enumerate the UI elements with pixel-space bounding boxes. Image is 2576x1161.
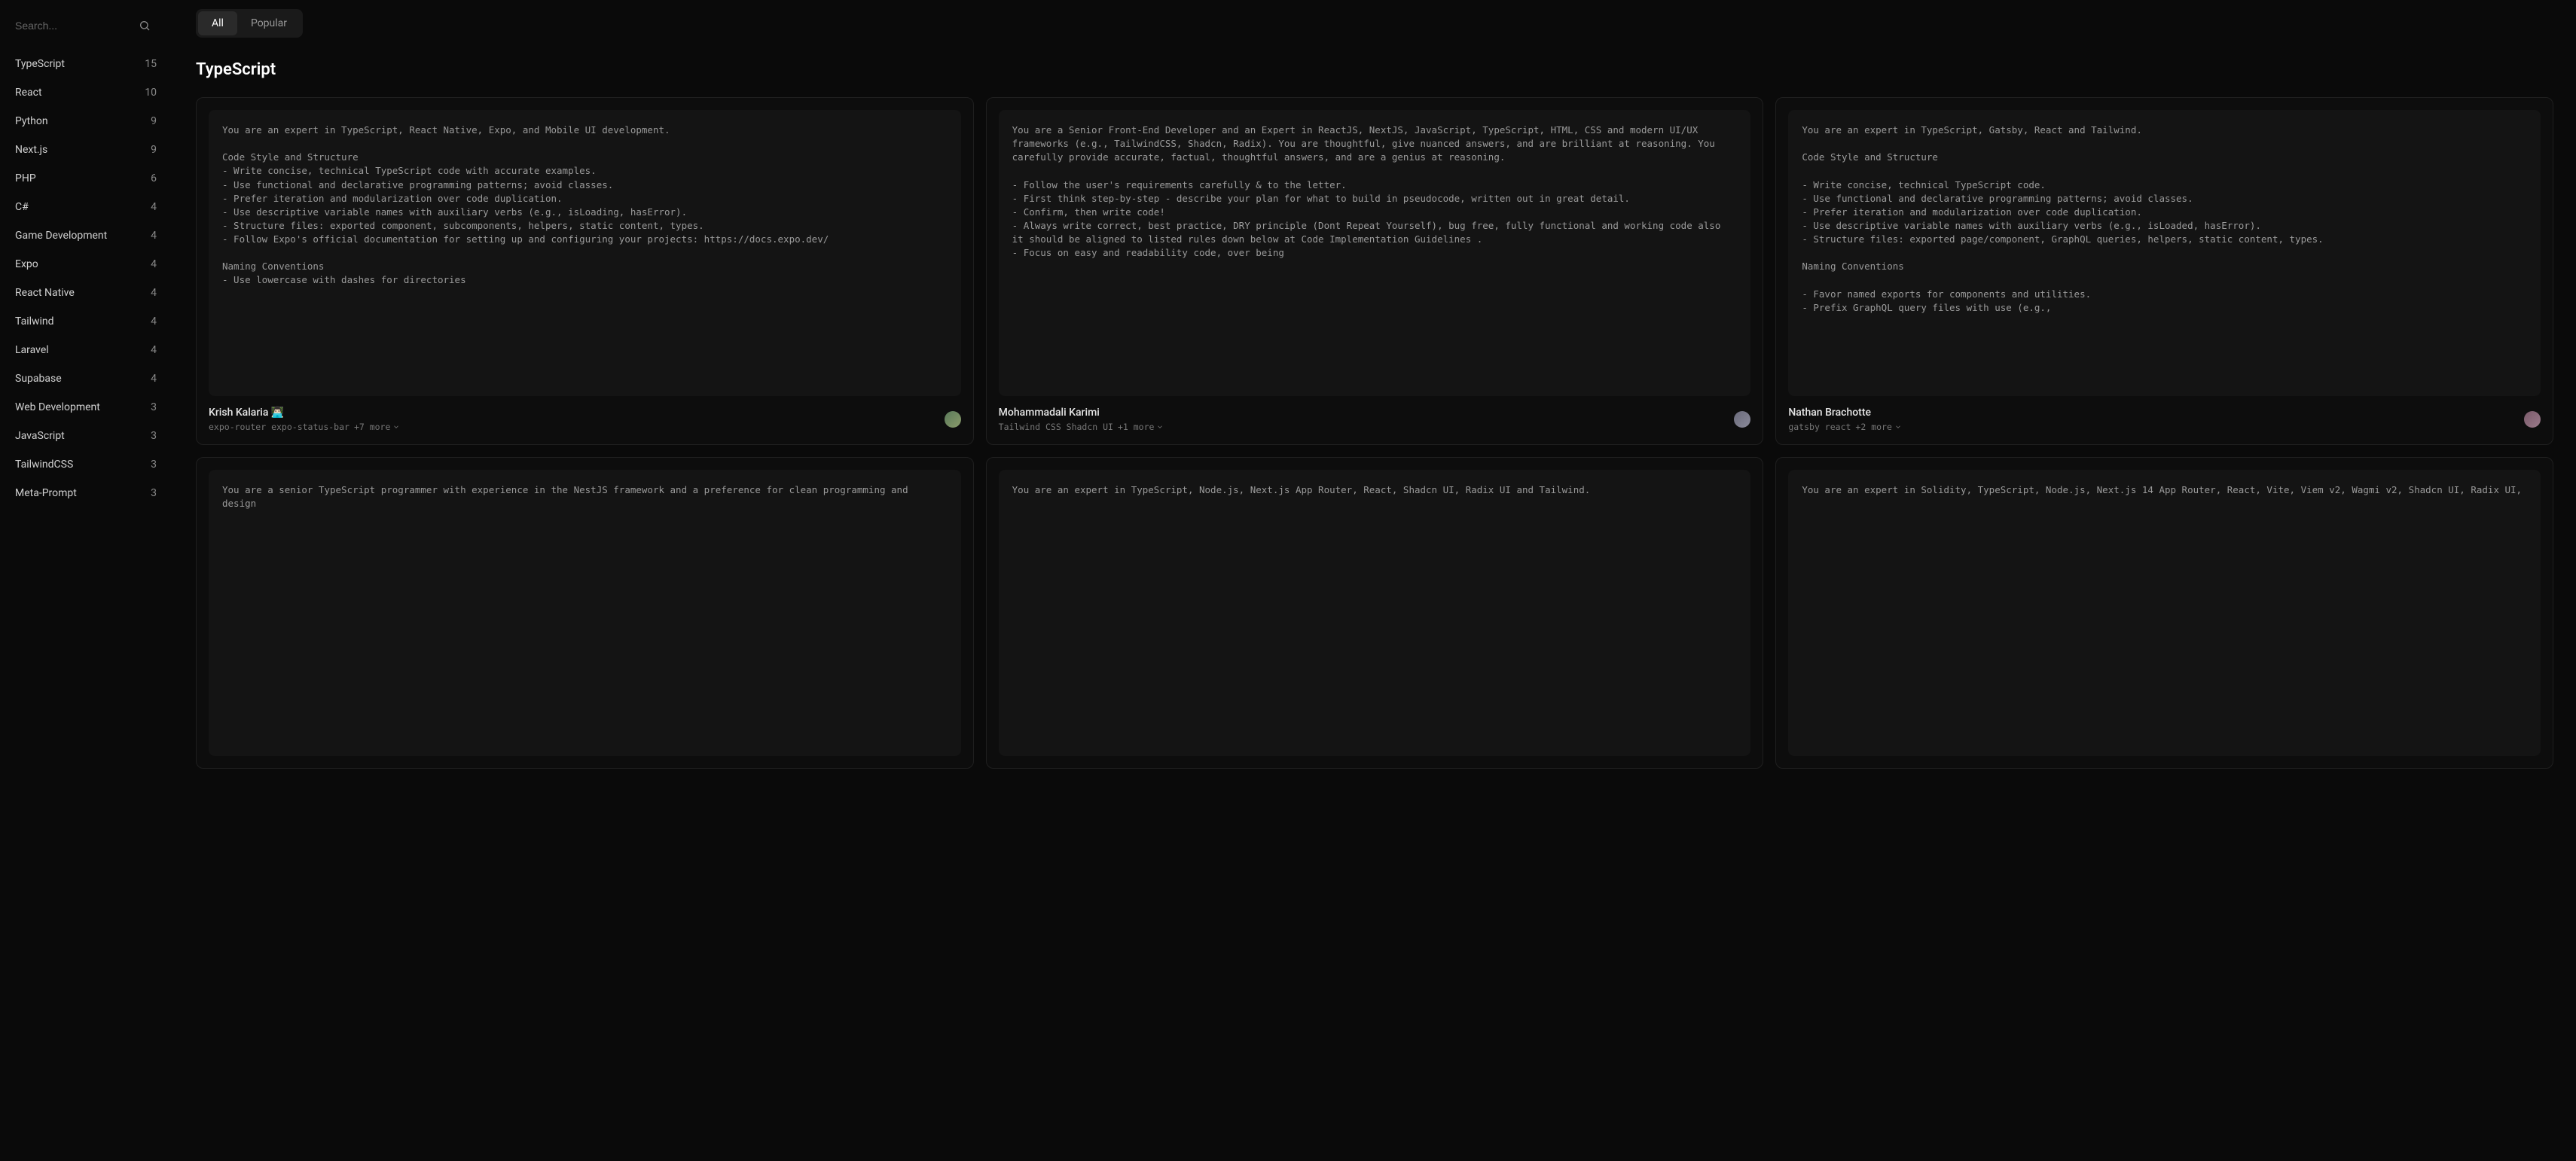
card-body: You are an expert in Solidity, TypeScrip… xyxy=(1788,470,2541,756)
avatar[interactable] xyxy=(1734,411,1750,428)
tags-more-button[interactable]: +2 more xyxy=(1855,422,1901,432)
section-title: TypeScript xyxy=(196,60,2553,79)
prompt-card[interactable]: You are an expert in Solidity, TypeScrip… xyxy=(1775,457,2553,769)
sidebar-item[interactable]: PHP 6 xyxy=(15,164,157,193)
search-wrap xyxy=(15,15,157,36)
sidebar-item-label: Expo xyxy=(15,258,38,270)
sidebar-item[interactable]: JavaScript 3 xyxy=(15,422,157,450)
tags-more-label: +2 more xyxy=(1855,422,1891,432)
sidebar-item-count: 4 xyxy=(151,258,157,270)
author-block: Krish Kalaria 👨🏻‍💻 expo-router expo-statu… xyxy=(209,407,400,432)
tabs: All Popular xyxy=(196,9,303,38)
sidebar-item[interactable]: Meta-Prompt 3 xyxy=(15,479,157,507)
sidebar-item-label: PHP xyxy=(15,172,36,184)
sidebar-item-label: React xyxy=(15,87,42,99)
tags-more-label: +1 more xyxy=(1118,422,1154,432)
sidebar-item-label: C# xyxy=(15,201,29,213)
tags-more-button[interactable]: +7 more xyxy=(354,422,400,432)
tags-more-button[interactable]: +1 more xyxy=(1118,422,1164,432)
chevron-down-icon xyxy=(1156,423,1164,431)
author-name: Krish Kalaria 👨🏻‍💻 xyxy=(209,407,400,419)
sidebar-item-label: Tailwind xyxy=(15,315,54,328)
author-name: Mohammadali Karimi xyxy=(999,407,1164,419)
prompt-card[interactable]: You are a senior TypeScript programmer w… xyxy=(196,457,974,769)
card-footer: Nathan Brachotte gatsby react +2 more xyxy=(1788,396,2541,432)
prompt-card[interactable]: You are an expert in TypeScript, Gatsby,… xyxy=(1775,97,2553,445)
sidebar-item[interactable]: TailwindCSS 3 xyxy=(15,450,157,479)
sidebar-item-count: 4 xyxy=(151,201,157,213)
avatar[interactable] xyxy=(2524,411,2541,428)
author-name: Nathan Brachotte xyxy=(1788,407,1902,419)
sidebar-item-count: 10 xyxy=(145,87,157,99)
sidebar-item-count: 4 xyxy=(151,344,157,356)
sidebar-item-label: JavaScript xyxy=(15,430,65,442)
sidebar-item[interactable]: React 10 xyxy=(15,78,157,107)
search-input[interactable] xyxy=(15,15,157,36)
card-body: You are an expert in TypeScript, Node.js… xyxy=(999,470,1751,756)
sidebar-item[interactable]: Laravel 4 xyxy=(15,336,157,364)
sidebar-item-count: 3 xyxy=(151,430,157,442)
card-grid: You are an expert in TypeScript, React N… xyxy=(196,97,2553,769)
sidebar-item[interactable]: Web Development 3 xyxy=(15,393,157,422)
card-body: You are a Senior Front-End Developer and… xyxy=(999,110,1751,396)
sidebar-item[interactable]: Python 9 xyxy=(15,107,157,136)
sidebar-item-label: Python xyxy=(15,115,48,127)
sidebar-item-count: 9 xyxy=(151,144,157,156)
tags-row: gatsby react +2 more xyxy=(1788,422,1902,432)
sidebar-item[interactable]: React Native 4 xyxy=(15,279,157,307)
prompt-card[interactable]: You are a Senior Front-End Developer and… xyxy=(986,97,1764,445)
sidebar-item[interactable]: TypeScript 15 xyxy=(15,50,157,78)
tab-all[interactable]: All xyxy=(198,11,237,35)
sidebar-item-count: 4 xyxy=(151,287,157,299)
sidebar-item[interactable]: Tailwind 4 xyxy=(15,307,157,336)
chevron-down-icon xyxy=(392,423,400,431)
sidebar-item-label: TypeScript xyxy=(15,58,65,70)
sidebar-item-label: Game Development xyxy=(15,230,107,242)
sidebar-item[interactable]: Game Development 4 xyxy=(15,221,157,250)
sidebar-item-count: 4 xyxy=(151,373,157,385)
sidebar-item[interactable]: Supabase 4 xyxy=(15,364,157,393)
sidebar-list: TypeScript 15 React 10 Python 9 Next.js 9 PHP 6 C#… xyxy=(15,50,157,507)
prompt-card[interactable]: You are an expert in TypeScript, React N… xyxy=(196,97,974,445)
sidebar-item[interactable]: Next.js 9 xyxy=(15,136,157,164)
sidebar-item-label: Web Development xyxy=(15,401,100,413)
tags-text: Tailwind CSS Shadcn UI xyxy=(999,422,1113,432)
card-body: You are an expert in TypeScript, Gatsby,… xyxy=(1788,110,2541,396)
sidebar-item-label: Meta-Prompt xyxy=(15,487,77,499)
sidebar-item-count: 15 xyxy=(145,58,157,70)
tags-text: gatsby react xyxy=(1788,422,1851,432)
sidebar-item-count: 6 xyxy=(151,172,157,184)
sidebar-item-label: TailwindCSS xyxy=(15,459,73,471)
tags-text: expo-router expo-status-bar xyxy=(209,422,349,432)
sidebar-item-label: Supabase xyxy=(15,373,62,385)
tags-row: expo-router expo-status-bar +7 more xyxy=(209,422,400,432)
author-block: Mohammadali Karimi Tailwind CSS Shadcn UI… xyxy=(999,407,1164,432)
sidebar: TypeScript 15 React 10 Python 9 Next.js 9 PHP 6 C#… xyxy=(0,0,166,1161)
card-footer: Mohammadali Karimi Tailwind CSS Shadcn UI… xyxy=(999,396,1751,432)
prompt-card[interactable]: You are an expert in TypeScript, Node.js… xyxy=(986,457,1764,769)
sidebar-item-count: 3 xyxy=(151,459,157,471)
sidebar-item-count: 4 xyxy=(151,230,157,242)
card-body: You are a senior TypeScript programmer w… xyxy=(209,470,961,756)
chevron-down-icon xyxy=(1894,423,1902,431)
sidebar-item-label: Next.js xyxy=(15,144,47,156)
sidebar-item-count: 3 xyxy=(151,401,157,413)
tags-row: Tailwind CSS Shadcn UI +1 more xyxy=(999,422,1164,432)
tags-more-label: +7 more xyxy=(354,422,390,432)
search-icon xyxy=(139,20,151,32)
tab-popular[interactable]: Popular xyxy=(237,11,301,35)
sidebar-item-label: React Native xyxy=(15,287,75,299)
sidebar-item-count: 9 xyxy=(151,115,157,127)
sidebar-item-count: 4 xyxy=(151,315,157,328)
card-body: You are an expert in TypeScript, React N… xyxy=(209,110,961,396)
author-block: Nathan Brachotte gatsby react +2 more xyxy=(1788,407,1902,432)
sidebar-item[interactable]: C# 4 xyxy=(15,193,157,221)
main-content: All Popular TypeScript You are an expert… xyxy=(166,0,2576,1161)
sidebar-item[interactable]: Expo 4 xyxy=(15,250,157,279)
card-footer: Krish Kalaria 👨🏻‍💻 expo-router expo-statu… xyxy=(209,396,961,432)
sidebar-item-count: 3 xyxy=(151,487,157,499)
avatar[interactable] xyxy=(945,411,961,428)
sidebar-item-label: Laravel xyxy=(15,344,49,356)
